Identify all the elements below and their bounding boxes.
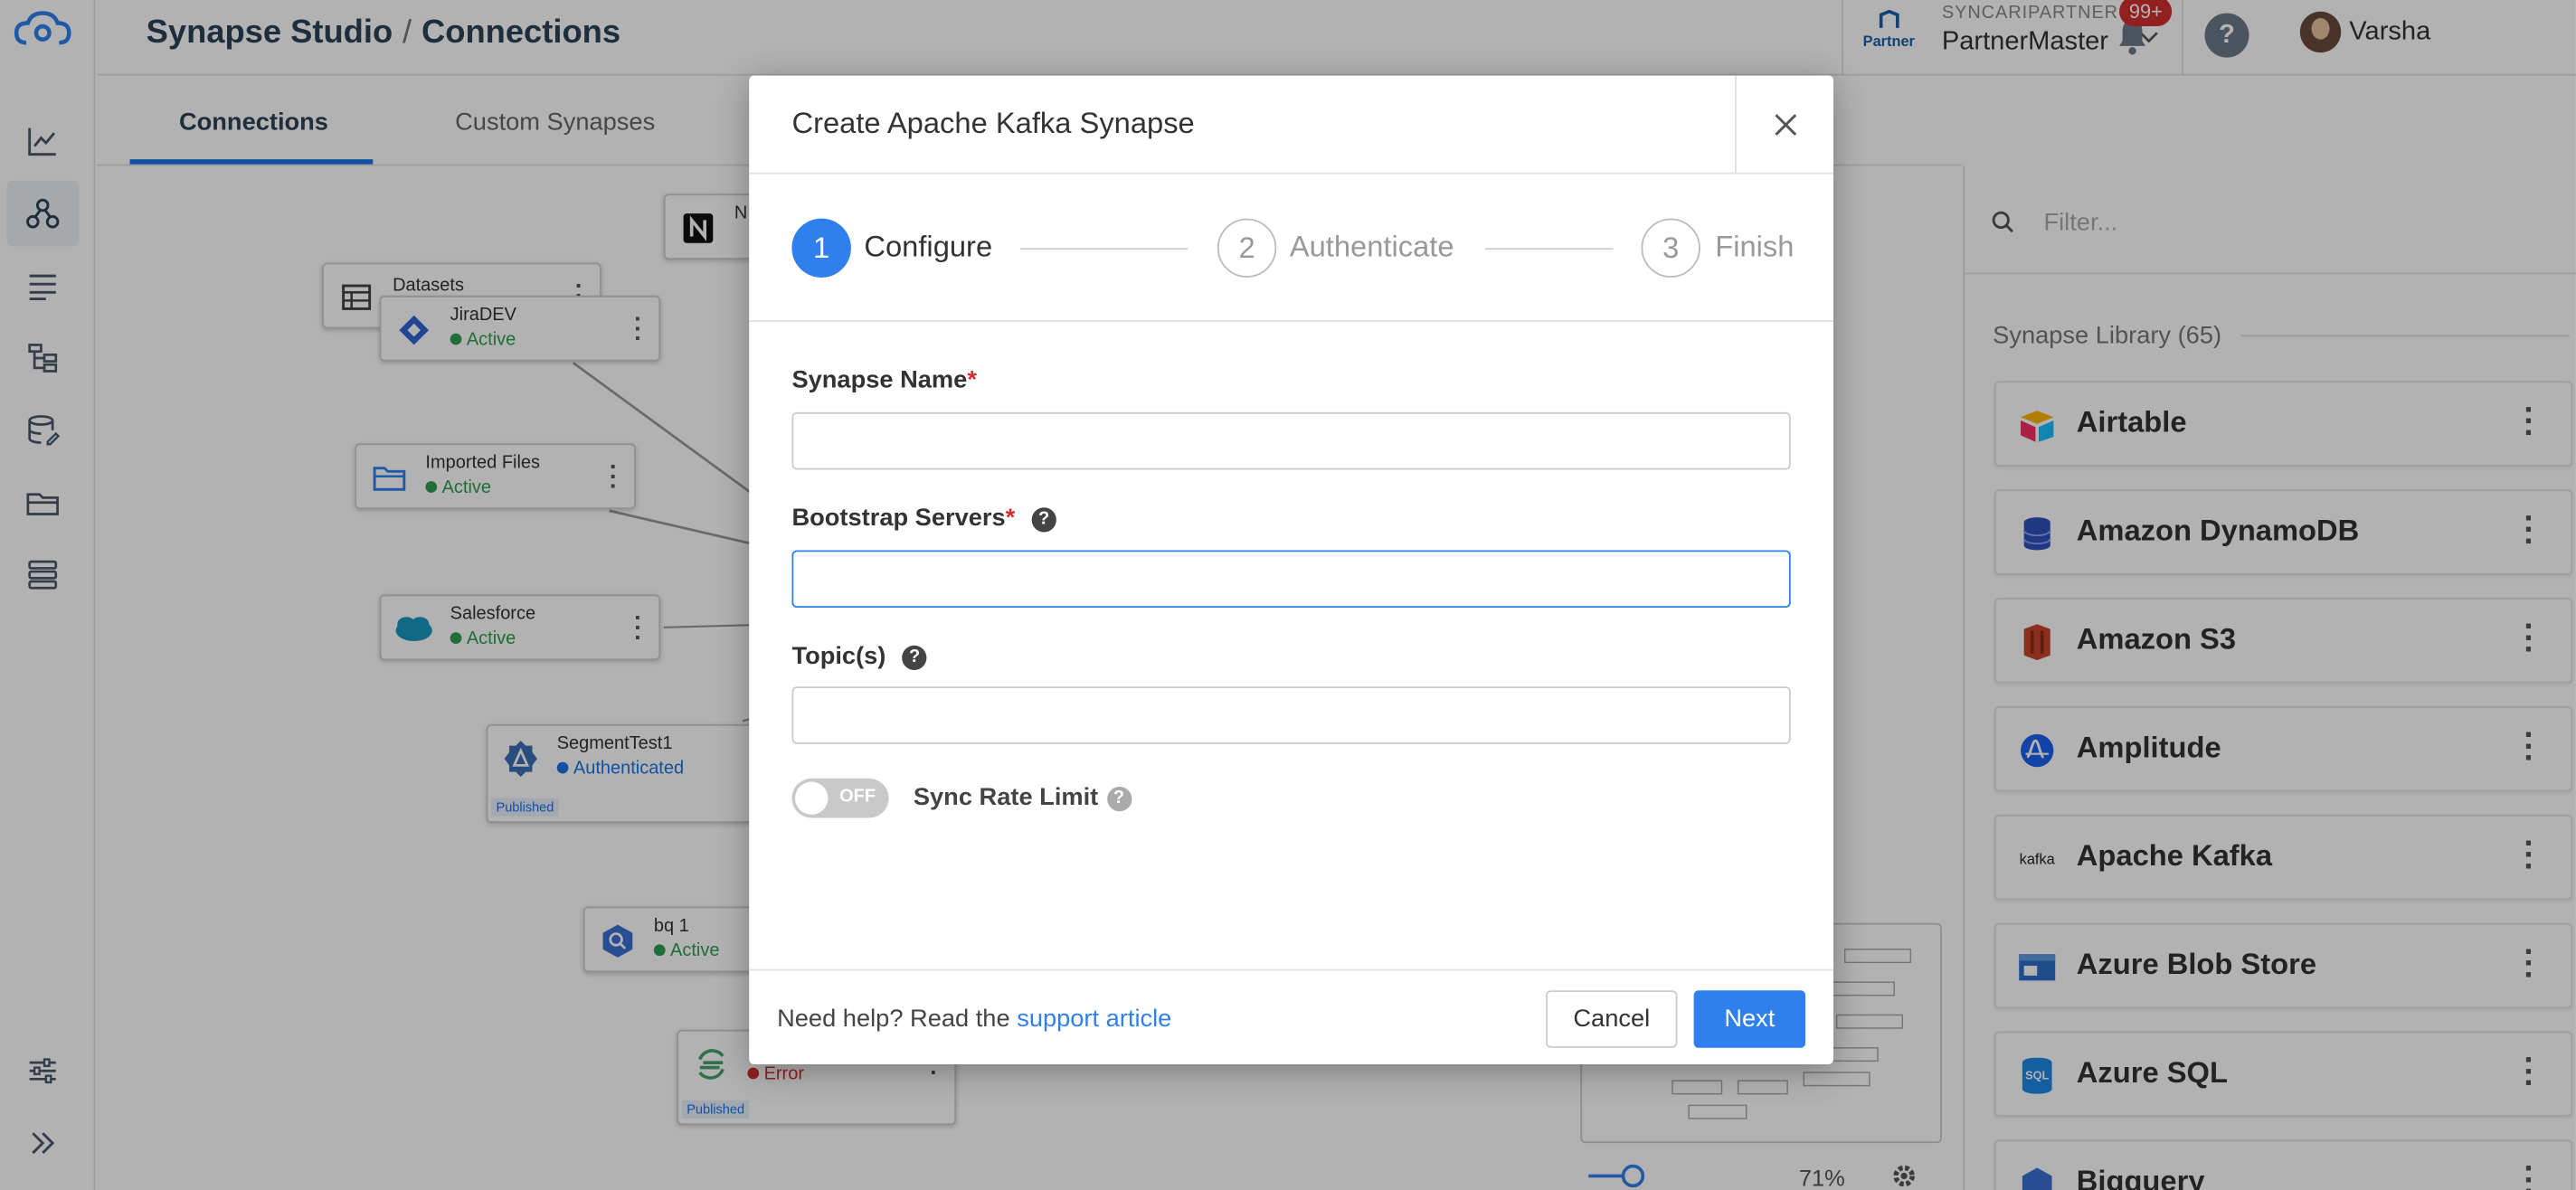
topics-label: Topic(s)? bbox=[791, 642, 927, 671]
dialog-footer: Need help? Read the support article Canc… bbox=[749, 968, 1833, 1064]
step-3-label: Finish bbox=[1715, 230, 1795, 263]
toggle-knob bbox=[795, 781, 829, 815]
help-tooltip-icon[interactable]: ? bbox=[1031, 507, 1056, 533]
dialog-header: Create Apache Kafka Synapse bbox=[749, 75, 1833, 175]
help-tooltip-icon[interactable]: ? bbox=[902, 645, 927, 671]
step-2-number: 2 bbox=[1217, 218, 1277, 278]
bootstrap-servers-label: Bootstrap Servers*? bbox=[791, 505, 1056, 533]
step-2-label: Authenticate bbox=[1289, 230, 1454, 263]
step-1-label: Configure bbox=[864, 230, 993, 263]
sync-rate-limit-toggle[interactable]: OFF bbox=[791, 778, 889, 818]
next-button[interactable]: Next bbox=[1693, 990, 1806, 1048]
required-marker: * bbox=[1005, 504, 1016, 533]
step-1-number: 1 bbox=[791, 218, 851, 278]
required-marker: * bbox=[967, 366, 977, 394]
help-text: Need help? Read the support article bbox=[777, 1005, 1172, 1034]
support-article-link[interactable]: support article bbox=[1017, 1006, 1171, 1034]
dialog-title: Create Apache Kafka Synapse bbox=[791, 107, 1195, 140]
toggle-state: OFF bbox=[839, 787, 876, 807]
close-icon bbox=[1774, 114, 1796, 136]
step-3-number: 3 bbox=[1641, 218, 1700, 278]
cancel-button[interactable]: Cancel bbox=[1546, 990, 1678, 1048]
app-root: Synapse Studio / Connections Partner SYNCA… bbox=[0, 0, 2576, 1190]
wizard-steps: 1 Configure 2 Authenticate 3 Finish bbox=[749, 175, 1833, 322]
step-connector bbox=[1019, 248, 1189, 250]
synapse-name-input[interactable] bbox=[791, 411, 1791, 470]
close-button[interactable] bbox=[1735, 75, 1833, 175]
step-connector bbox=[1484, 248, 1614, 250]
help-tooltip-icon[interactable]: ? bbox=[1106, 787, 1132, 812]
bootstrap-servers-input[interactable] bbox=[791, 550, 1791, 609]
sync-rate-limit-label: Sync Rate Limit? bbox=[914, 783, 1132, 812]
synapse-name-label: Synapse Name* bbox=[791, 366, 977, 394]
topics-input[interactable] bbox=[791, 686, 1791, 744]
create-synapse-dialog: Create Apache Kafka Synapse 1 Configure … bbox=[749, 75, 1833, 1064]
